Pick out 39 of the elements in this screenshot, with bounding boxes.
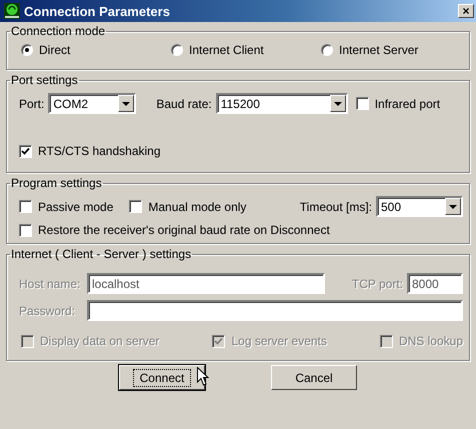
checkbox-label: Restore the receiver's original baud rate on Disconnect xyxy=(38,223,330,237)
app-logo-icon xyxy=(4,3,20,19)
option-label: Internet Client xyxy=(189,43,264,57)
mouse-pointer-icon xyxy=(197,367,209,386)
option-label: Direct xyxy=(39,43,70,57)
checkbox[interactable] xyxy=(19,224,32,236)
checkbox-label: Manual mode only xyxy=(148,200,246,214)
tcp-port-label: TCP port: xyxy=(352,276,403,290)
checkbox-label: Passive mode xyxy=(38,200,114,214)
group-title: Program settings xyxy=(10,176,103,190)
checkbox[interactable] xyxy=(19,200,32,213)
timeout-dropdown[interactable]: 500 xyxy=(376,196,463,217)
radio-button[interactable] xyxy=(321,44,333,56)
password-label: Password: xyxy=(19,304,76,318)
close-button[interactable]: × xyxy=(458,4,474,18)
checkbox-label: RTS/CTS handshaking xyxy=(38,144,161,158)
radio-button[interactable] xyxy=(21,44,33,56)
host-name-label: Host name: xyxy=(19,276,82,290)
port-dropdown[interactable]: COM2 xyxy=(48,93,136,114)
cancel-button[interactable]: Cancel xyxy=(271,365,357,390)
group-title: Connection mode xyxy=(10,24,106,38)
checkbox[interactable] xyxy=(356,97,369,110)
checkbox-label: Display data on server xyxy=(40,334,160,348)
checkbox-label: Infrared port xyxy=(374,96,440,110)
checkbox[interactable] xyxy=(129,200,142,213)
window-title: Connection Parameters xyxy=(24,4,171,18)
password-field[interactable] xyxy=(87,300,463,321)
group-title: Port settings xyxy=(10,73,79,87)
checkbox-label: Log server events xyxy=(231,334,327,348)
checkbox-label: DNS lookup xyxy=(398,334,463,348)
checkbox[interactable] xyxy=(19,144,32,158)
baud-rate-dropdown[interactable]: 115200 xyxy=(216,93,348,114)
timeout-label: Timeout [ms]: xyxy=(300,200,372,214)
connect-button[interactable]: Connect xyxy=(119,365,205,390)
group-title: Internet ( Client - Server ) settings xyxy=(10,247,192,261)
baud-rate-label: Baud rate: xyxy=(156,96,212,110)
option-label: Internet Server xyxy=(339,43,418,57)
radio-button[interactable] xyxy=(171,44,183,56)
port-label: Port: xyxy=(19,96,44,110)
